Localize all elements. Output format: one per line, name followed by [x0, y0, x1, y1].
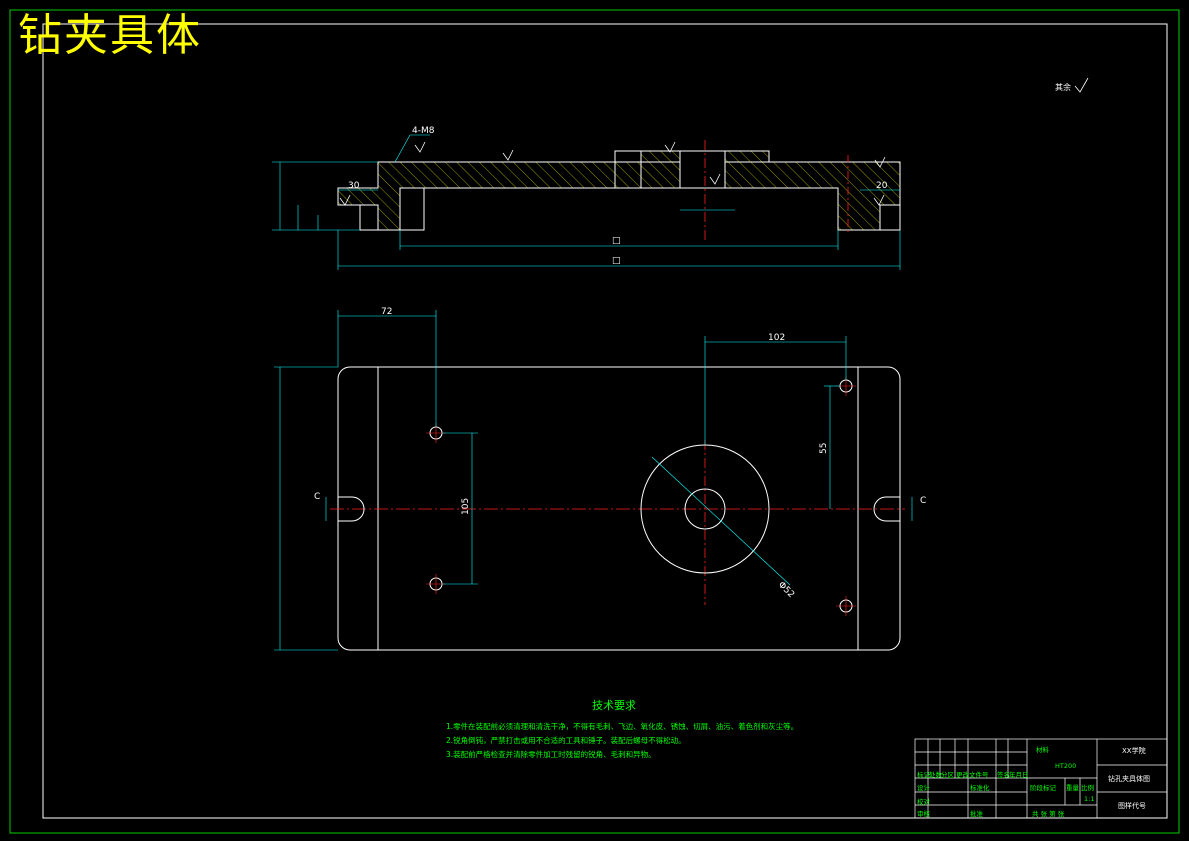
dim-55: 55: [819, 443, 829, 454]
section-mark-right: C: [920, 496, 926, 506]
tech-req-title: 技术要求: [592, 699, 636, 712]
roughness-symbol: [1074, 77, 1089, 93]
tb-scale: 1:1: [1084, 795, 1095, 803]
tb-stage-label: 阶段标记: [1030, 784, 1056, 792]
section-view: □ □ 30 20 4-M8 其余: [272, 77, 1089, 270]
dim-72: 72: [381, 307, 392, 317]
tb-header-date: 年月日: [1009, 771, 1029, 779]
tb-header-doc: 更改文件号: [956, 771, 989, 779]
roughness-note: 其余: [1055, 82, 1071, 92]
tb-drawing-code: 图样代号: [1118, 802, 1146, 810]
tb-row-design: 设计: [917, 784, 930, 792]
tb-row-check: 校对: [917, 798, 930, 806]
overlay-title: 钻夹具体: [18, 10, 202, 61]
plan-outline: [337, 366, 901, 651]
callout-4-m8: 4-M8: [412, 126, 435, 136]
tech-req-line-3: 3.装配前严格检查并清除零件加工时残留的锐角、毛刺和异物。: [446, 750, 656, 759]
tech-req-line-1: 1.零件在装配前必须清理和清洗干净，不得有毛刺、飞边、氧化皮、锈蚀、切屑、油污、…: [446, 722, 799, 731]
cad-drawing-canvas: □ □ 30 20 4-M8 其余 Φ52 72 102 105 55 C C: [9, 9, 1180, 834]
tech-req-line-2: 2.锐角倒钝，严禁打击或用不合适的工具和锤子。装配后螺母不得松动。: [446, 736, 686, 745]
section-bore: [679, 150, 726, 189]
tb-material-label: 材料: [1036, 746, 1049, 754]
tb-drawing-name: 钻孔夹具体图: [1108, 775, 1150, 783]
tb-sheet-info: 共 张 第 张: [1032, 810, 1065, 818]
dim-30: 30: [348, 181, 360, 191]
section-right-foot: [879, 204, 901, 231]
dim-overall-length: □: [612, 256, 621, 266]
tb-header-zone: 分区: [941, 771, 954, 779]
dim-102: 102: [768, 333, 785, 343]
dim-20: 20: [876, 181, 888, 191]
section-mark-left: C: [314, 492, 320, 502]
tb-weight-label: 重量: [1066, 784, 1079, 792]
dim-105: 105: [461, 498, 471, 515]
section-left-slot: [399, 187, 425, 231]
tb-approve: 批准: [970, 810, 983, 818]
tb-standard: 标准化: [970, 784, 990, 792]
tb-scale-label: 比例: [1081, 784, 1094, 792]
section-left-foot: [359, 204, 379, 231]
tb-school: XX学院: [1122, 747, 1146, 755]
dim-diameter: Φ52: [776, 580, 796, 600]
tb-material: HT200: [1055, 762, 1077, 770]
tb-row-review: 审核: [917, 810, 930, 818]
dim-inner-length: □: [612, 236, 621, 246]
plan-view: Φ52 72 102 105 55 C C: [274, 307, 926, 651]
